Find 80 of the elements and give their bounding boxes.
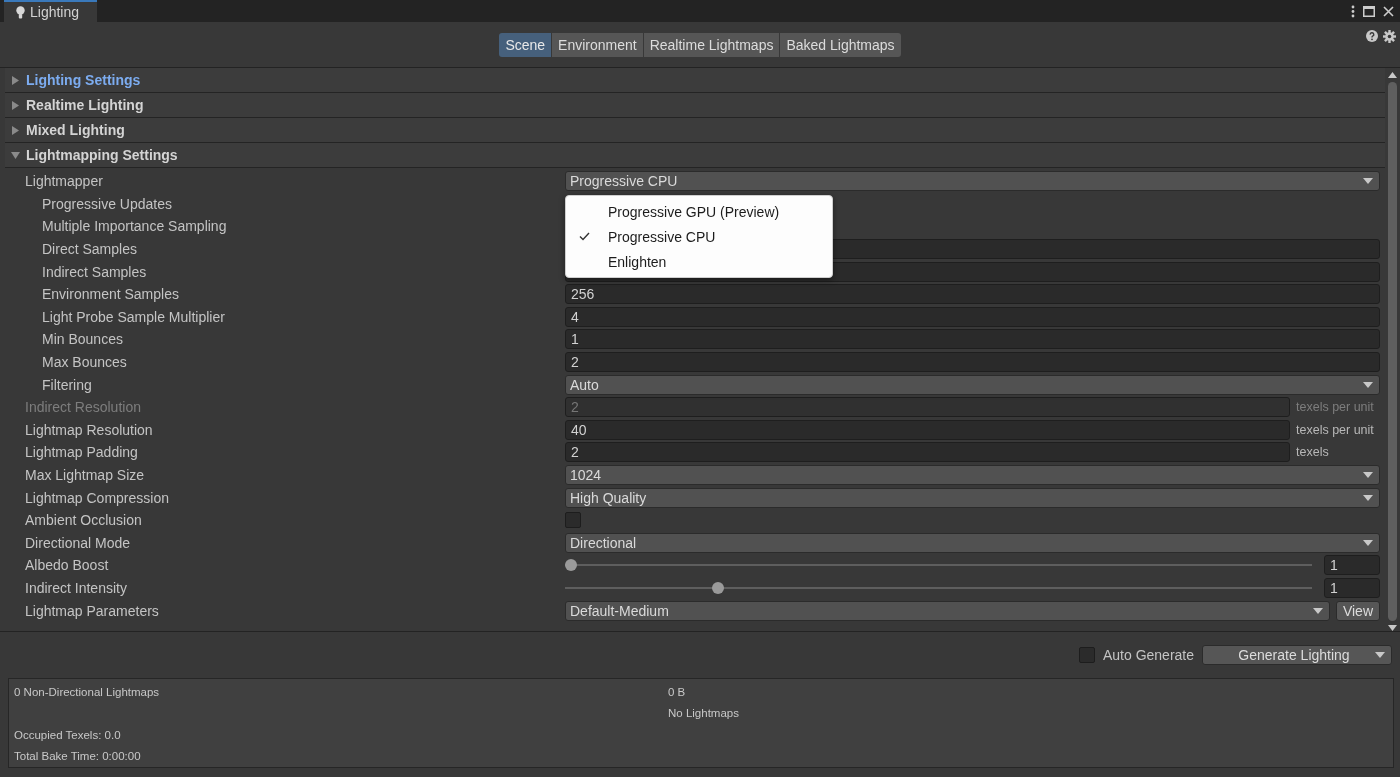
help-icon[interactable]: [1366, 30, 1378, 42]
window-tab[interactable]: Lighting: [4, 0, 98, 22]
caret-icon: [1363, 381, 1373, 388]
section-header[interactable]: Mixed Lighting: [5, 118, 1385, 143]
number-field[interactable]: 1: [565, 329, 1380, 350]
menu-item[interactable]: Enlighten: [566, 249, 832, 275]
field-label: Ambient Occlusion: [24, 512, 143, 529]
section-header[interactable]: Lighting Settings: [5, 68, 1385, 93]
number-field[interactable]: 256: [565, 284, 1380, 305]
collapsed-arrow-icon: [11, 125, 20, 135]
field-label: Max Lightmap Size: [24, 467, 146, 483]
field-label: Directional Mode: [24, 534, 132, 551]
collapsed-arrow-icon: [11, 75, 20, 85]
number-field[interactable]: 2: [565, 442, 1290, 463]
stat-text: No Lightmaps: [668, 707, 740, 720]
dropdown[interactable]: 1024: [565, 465, 1380, 485]
number-field[interactable]: 2: [565, 352, 1380, 373]
tab[interactable]: Scene: [499, 32, 552, 57]
number-field[interactable]: 1: [1324, 578, 1380, 598]
scroll-down-icon[interactable]: [1388, 625, 1397, 631]
caret-icon: [1363, 539, 1373, 546]
field-label: Direct Samples: [41, 241, 138, 258]
tab[interactable]: Environment: [552, 32, 643, 57]
number-field[interactable]: 4: [565, 306, 1380, 327]
expanded-arrow-icon: [11, 150, 20, 160]
dropdown[interactable]: Default-Medium: [565, 600, 1330, 621]
field-label: Lightmap Padding: [24, 444, 139, 461]
checkbox-label: Auto Generate: [1102, 647, 1194, 663]
field-label: Filtering: [41, 376, 93, 393]
field-label: Lightmap Resolution: [24, 421, 154, 438]
caret-icon: [1312, 607, 1323, 614]
dropdown[interactable]: Auto: [565, 374, 1380, 395]
caret-icon: [1363, 494, 1373, 501]
close-icon[interactable]: [1383, 5, 1394, 17]
dropdown[interactable]: Directional: [565, 532, 1380, 553]
number-field[interactable]: 1: [1324, 555, 1380, 576]
maximize-icon[interactable]: [1363, 5, 1375, 17]
field-label: Albedo Boost: [24, 557, 110, 574]
more-icon[interactable]: [1351, 4, 1355, 18]
checkbox[interactable]: [1078, 647, 1095, 663]
generate-lighting-button[interactable]: Generate Lighting: [1202, 645, 1392, 665]
field-label: Lightmap Parameters: [24, 602, 160, 619]
section-header[interactable]: Realtime Lighting: [5, 93, 1385, 118]
slider-thumb[interactable]: [565, 559, 577, 572]
dropdown[interactable]: Progressive CPU: [565, 171, 1380, 192]
dropdown[interactable]: High Quality: [565, 487, 1380, 508]
tab[interactable]: Baked Lightmaps: [780, 32, 901, 57]
scroll-up-icon[interactable]: [1388, 72, 1397, 78]
checkbox[interactable]: [565, 512, 581, 529]
unit-label: texels per unit: [1296, 422, 1375, 437]
stat-text: Occupied Texels: 0.0: [14, 728, 122, 741]
field-label: Lightmapper: [24, 173, 104, 190]
menu-item[interactable]: Progressive GPU (Preview): [566, 199, 832, 225]
field-label: Lightmap Compression: [24, 489, 170, 506]
lightbulb-icon: [16, 5, 25, 19]
field-label: Indirect Samples: [41, 263, 148, 280]
view-button[interactable]: View: [1335, 600, 1380, 621]
stat-text: Total Bake Time: 0:00:00: [14, 750, 142, 763]
caret-icon: [1363, 178, 1373, 185]
tab[interactable]: Realtime Lightmaps: [643, 32, 780, 57]
number-field[interactable]: 40: [565, 419, 1290, 440]
stat-text: 0 B: [668, 685, 687, 698]
collapsed-arrow-icon: [11, 100, 20, 110]
field-label: Environment Samples: [41, 286, 180, 303]
field-label: Min Bounces: [41, 331, 124, 348]
section-header[interactable]: Lightmapping Settings: [5, 143, 1385, 168]
field-label: Max Bounces: [41, 354, 128, 371]
field-label: Indirect Intensity: [24, 580, 128, 596]
caret-icon: [1375, 652, 1385, 658]
field-label: Light Probe Sample Multiplier: [41, 308, 226, 325]
field-label: Indirect Resolution: [24, 399, 142, 416]
settings-icon[interactable]: [1383, 30, 1396, 43]
slider-thumb[interactable]: [712, 582, 724, 594]
stat-text: 0 Non-Directional Lightmaps: [14, 685, 161, 698]
menu-item[interactable]: Progressive CPU: [566, 224, 832, 250]
field-label: Progressive Updates: [41, 195, 173, 212]
field-label: Multiple Importance Sampling: [41, 218, 228, 235]
unit-label: texels: [1296, 445, 1330, 460]
unit-label: texels per unit: [1296, 400, 1375, 415]
caret-icon: [1363, 472, 1373, 478]
